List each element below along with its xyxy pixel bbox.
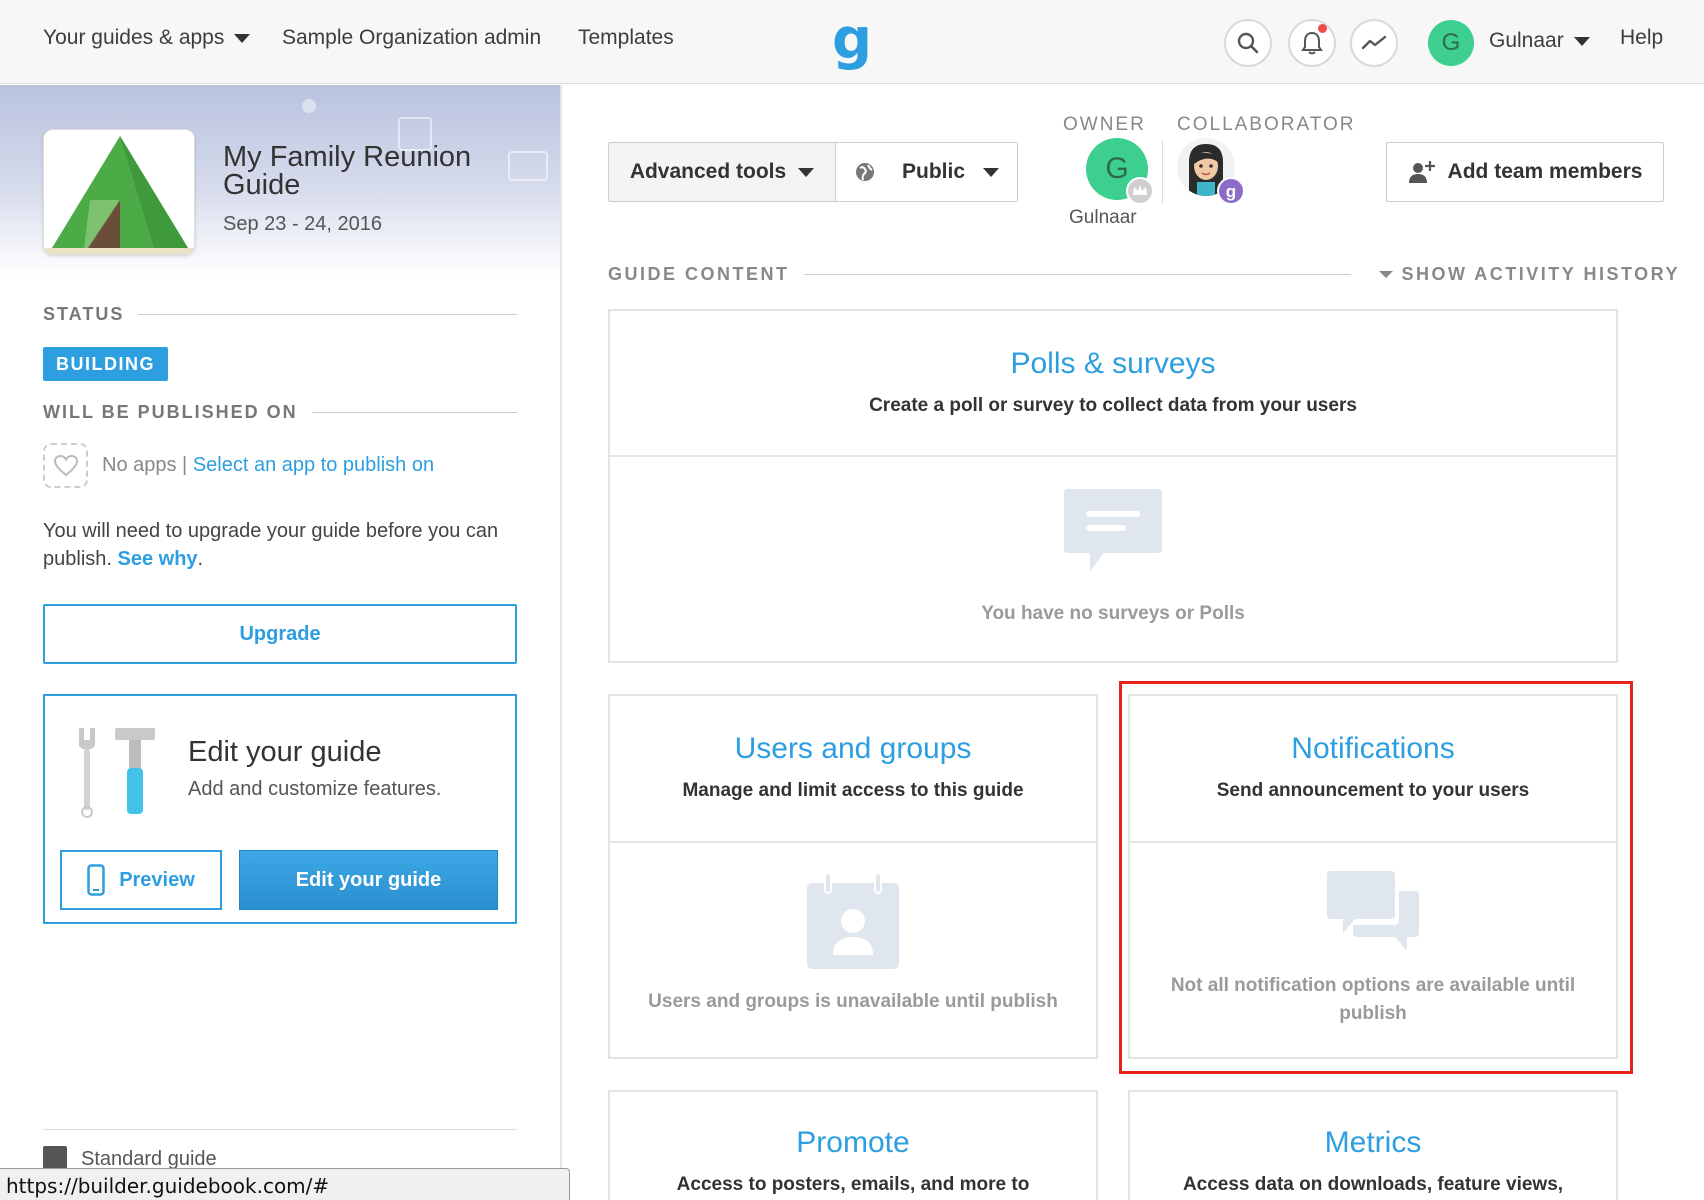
see-why-link[interactable]: See why — [118, 548, 198, 570]
org-admin-link[interactable]: Sample Organization admin — [282, 26, 541, 50]
polls-surveys-card[interactable]: Polls & surveys Create a poll or survey … — [608, 309, 1618, 663]
guides-apps-label: Your guides & apps — [43, 26, 225, 49]
speech-bubble-icon — [1064, 489, 1162, 571]
edit-guide-card: Edit your guide Add and customize featur… — [43, 694, 517, 924]
tools-icon — [79, 728, 155, 818]
add-user-icon — [1408, 161, 1435, 183]
card-title[interactable]: Metrics — [1130, 1126, 1616, 1160]
card-header: Promote Access to posters, emails, and m… — [610, 1092, 1096, 1200]
chevron-down-icon — [234, 33, 251, 43]
select-app-link[interactable]: Select an app to publish on — [193, 454, 434, 477]
publish-row: No apps | Select an app to publish on — [43, 443, 434, 488]
show-activity-history-toggle[interactable]: SHOW ACTIVITY HISTORY — [1379, 264, 1680, 285]
divider — [803, 274, 1352, 275]
user-avatar[interactable]: G — [1428, 20, 1474, 66]
divider — [43, 1129, 517, 1130]
card-description: Access to posters, emails, and more to — [676, 1174, 1030, 1195]
empty-state-text: Users and groups is unavailable until pu… — [648, 991, 1058, 1012]
collaborator-label: COLLABORATOR — [1177, 114, 1356, 135]
notifications-button[interactable] — [1288, 19, 1336, 67]
app-placeholder — [43, 443, 88, 488]
visibility-label: Public — [901, 160, 965, 183]
empty-state-text: You have no surveys or Polls — [981, 603, 1245, 624]
upgrade-note-text: You will need to upgrade your guide befo… — [43, 520, 499, 570]
activity-history-label: SHOW ACTIVITY HISTORY — [1401, 264, 1680, 284]
card-header: Users and groups Manage and limit access… — [610, 696, 1096, 843]
advanced-tools-label: Advanced tools — [629, 160, 787, 183]
promote-card[interactable]: Promote Access to posters, emails, and m… — [608, 1090, 1098, 1200]
status-badge: BUILDING — [43, 347, 168, 381]
card-description: Access data on downloads, feature views, — [1182, 1174, 1564, 1195]
publish-section-label: WILL BE PUBLISHED ON — [43, 402, 517, 423]
card-body: You have no surveys or Polls — [610, 457, 1616, 661]
no-apps-text: No apps — [102, 454, 177, 476]
card-header: Polls & surveys Create a poll or survey … — [610, 311, 1616, 457]
guide-hero: My Family Reunion Guide Sep 23 - 24, 201… — [0, 85, 560, 275]
owner-name: Gulnaar — [1069, 207, 1137, 228]
notification-dot — [1318, 24, 1327, 33]
guidebook-logo[interactable]: g — [832, 12, 872, 68]
status-section-label: STATUS — [43, 304, 517, 325]
guide-title: My Family Reunion Guide — [223, 141, 472, 201]
activity-button[interactable] — [1350, 19, 1398, 67]
user-name-label: Gulnaar — [1489, 29, 1564, 52]
help-link[interactable]: Help — [1620, 26, 1663, 50]
guide-dates: Sep 23 - 24, 2016 — [223, 213, 383, 235]
divider — [138, 314, 517, 315]
guide-toolbar: Advanced tools Public — [608, 142, 1018, 202]
metrics-card[interactable]: Metrics Access data on downloads, featur… — [1128, 1090, 1618, 1200]
upgrade-note: You will need to upgrade your guide befo… — [43, 517, 517, 573]
top-nav: Your guides & apps Sample Organization a… — [0, 0, 1704, 84]
add-team-members-button[interactable]: Add team members — [1386, 142, 1664, 202]
card-description: Create a poll or survey to collect data … — [869, 395, 1357, 416]
chevron-down-icon — [983, 167, 999, 177]
chevron-down-icon — [1573, 36, 1590, 46]
guides-apps-menu[interactable]: Your guides & apps — [43, 26, 251, 50]
bell-icon — [1301, 31, 1323, 55]
card-title[interactable]: Polls & surveys — [610, 347, 1616, 381]
card-description: Manage and limit access to this guide — [682, 780, 1024, 801]
notifications-highlight-box — [1119, 681, 1633, 1074]
globe-icon — [855, 163, 874, 181]
card-header: Metrics Access data on downloads, featur… — [1130, 1092, 1616, 1200]
card-title[interactable]: Promote — [610, 1126, 1096, 1160]
status-bar-url: https://builder.guidebook.com/# — [0, 1168, 570, 1200]
guide-content-label: GUIDE CONTENT — [608, 264, 790, 284]
search-button[interactable] — [1224, 19, 1272, 67]
users-groups-card[interactable]: Users and groups Manage and limit access… — [608, 694, 1098, 1059]
edit-card-title: Edit your guide — [188, 736, 382, 768]
heart-icon — [53, 454, 78, 476]
note-period: . — [197, 548, 204, 570]
visibility-dropdown[interactable]: Public — [835, 143, 1017, 201]
add-team-label: Add team members — [1447, 160, 1643, 183]
card-title[interactable]: Users and groups — [610, 732, 1096, 766]
publish-label: WILL BE PUBLISHED ON — [43, 402, 298, 422]
sidebar: My Family Reunion Guide Sep 23 - 24, 201… — [0, 85, 562, 1200]
contact-calendar-icon — [807, 872, 899, 969]
divider — [1162, 140, 1163, 204]
search-icon — [1237, 32, 1259, 54]
edit-card-subtitle: Add and customize features. — [188, 778, 442, 800]
preview-label: Preview — [119, 868, 195, 891]
guide-tent-icon — [43, 129, 195, 255]
divider — [311, 412, 517, 413]
advanced-tools-dropdown[interactable]: Advanced tools — [609, 143, 835, 201]
edit-guide-button[interactable]: Edit your guide — [239, 850, 498, 910]
user-menu[interactable]: Gulnaar — [1489, 29, 1590, 53]
chevron-down-icon — [798, 167, 815, 177]
guidebook-badge: g — [1217, 177, 1245, 205]
crown-icon — [1126, 177, 1154, 205]
owner-label: OWNER — [1063, 114, 1146, 135]
preview-button[interactable]: Preview — [60, 850, 222, 910]
decorative-dot — [302, 99, 316, 113]
chevron-down-icon — [1379, 271, 1394, 278]
card-body: Users and groups is unavailable until pu… — [610, 843, 1096, 1057]
upgrade-button[interactable]: Upgrade — [43, 604, 517, 664]
separator: | — [176, 454, 193, 476]
activity-chart-icon — [1361, 35, 1387, 50]
templates-link[interactable]: Templates — [578, 26, 674, 50]
phone-icon — [87, 864, 105, 896]
status-label: STATUS — [43, 304, 125, 324]
guide-content-header: GUIDE CONTENT SHOW ACTIVITY HISTORY — [608, 264, 1680, 285]
